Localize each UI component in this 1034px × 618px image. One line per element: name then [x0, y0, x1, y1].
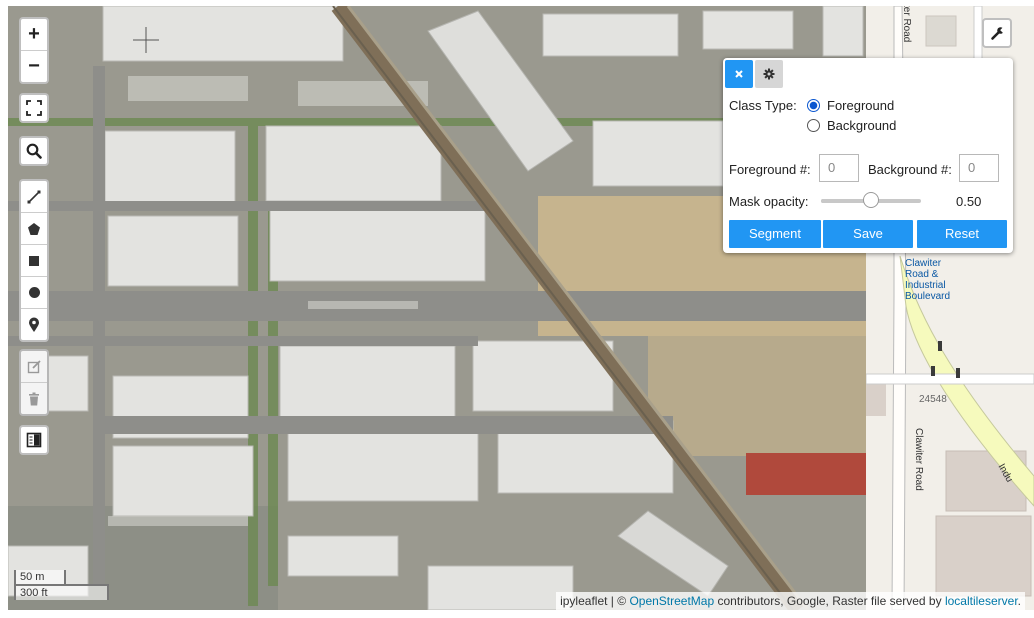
- background-count-label: Background #:: [868, 162, 952, 177]
- fullscreen-button[interactable]: [19, 93, 49, 123]
- background-option-label[interactable]: Background: [827, 118, 896, 133]
- class-type-label: Class Type:: [729, 98, 797, 113]
- delete-layers-button[interactable]: [21, 382, 47, 414]
- map-container[interactable]: Clawiter Road & Industrial Boulevard ter…: [8, 6, 1034, 610]
- mask-opacity-label: Mask opacity:: [729, 194, 809, 209]
- draw-polygon-button[interactable]: [21, 212, 47, 244]
- search-icon: [26, 143, 42, 159]
- scale-imperial: 300 ft: [14, 584, 109, 600]
- street-label-blvd: Clawiter Road & Industrial Boulevard: [905, 258, 951, 302]
- attribution-prefix: ipyleaflet | ©: [560, 594, 627, 608]
- background-radio[interactable]: [807, 119, 820, 132]
- draw-polyline-button[interactable]: [21, 181, 47, 212]
- gear-icon: [763, 68, 775, 80]
- opacity-slider-handle[interactable]: [863, 192, 879, 208]
- toolbar-toggle-button[interactable]: [982, 18, 1012, 48]
- zoom-in-button[interactable]: +: [21, 19, 47, 50]
- marker-icon: [29, 317, 39, 332]
- openstreetmap-link[interactable]: OpenStreetMap: [629, 594, 714, 608]
- circle-icon: [28, 287, 40, 298]
- attribution-middle: contributors, Google, Raster file served…: [717, 594, 942, 608]
- draw-rectangle-button[interactable]: [21, 244, 47, 276]
- edit-toolbar: [19, 349, 49, 416]
- polygon-icon: [28, 222, 40, 235]
- draw-marker-button[interactable]: [21, 308, 47, 340]
- foreground-option-label[interactable]: Foreground: [827, 98, 894, 113]
- foreground-count-label: Foreground #:: [729, 162, 811, 177]
- map-attribution: ipyleaflet | © OpenStreetMap contributor…: [556, 592, 1025, 610]
- segment-button[interactable]: Segment: [729, 220, 821, 248]
- trash-icon: [29, 392, 39, 405]
- street-label-clawiter-top: ter Road: [901, 6, 912, 43]
- segmentation-panel: Class Type: Foreground Background Foregr…: [723, 58, 1013, 253]
- zoom-control: + −: [19, 17, 49, 84]
- foreground-radio[interactable]: [807, 99, 820, 112]
- split-map-icon: [26, 432, 42, 448]
- reset-button[interactable]: Reset: [917, 220, 1007, 248]
- fullscreen-icon: [26, 100, 42, 116]
- zoom-out-button[interactable]: −: [21, 50, 47, 82]
- background-count-field[interactable]: 0: [959, 154, 999, 182]
- search-button[interactable]: [19, 136, 49, 166]
- mask-opacity-value: 0.50: [956, 194, 982, 209]
- wrench-icon: [990, 26, 1005, 40]
- attribution-suffix: .: [1017, 594, 1021, 608]
- localtileserver-link[interactable]: localtileserver: [945, 594, 1018, 608]
- scale-bar: 50 m 300 ft: [14, 570, 109, 600]
- polyline-icon: [27, 190, 41, 203]
- settings-button[interactable]: [755, 60, 783, 88]
- street-label-clawiter-bottom: Clawiter Road: [913, 428, 924, 491]
- split-map-button[interactable]: [19, 425, 49, 455]
- edit-layers-button[interactable]: [21, 351, 47, 382]
- close-icon: [735, 70, 743, 78]
- rectangle-icon: [29, 255, 39, 266]
- edit-icon: [27, 360, 41, 374]
- foreground-count-field[interactable]: 0: [819, 154, 859, 182]
- save-button[interactable]: Save: [823, 220, 913, 248]
- house-number-label: 24548: [919, 394, 947, 405]
- draw-toolbar: [19, 179, 49, 342]
- close-panel-button[interactable]: [725, 60, 753, 88]
- draw-circle-button[interactable]: [21, 276, 47, 308]
